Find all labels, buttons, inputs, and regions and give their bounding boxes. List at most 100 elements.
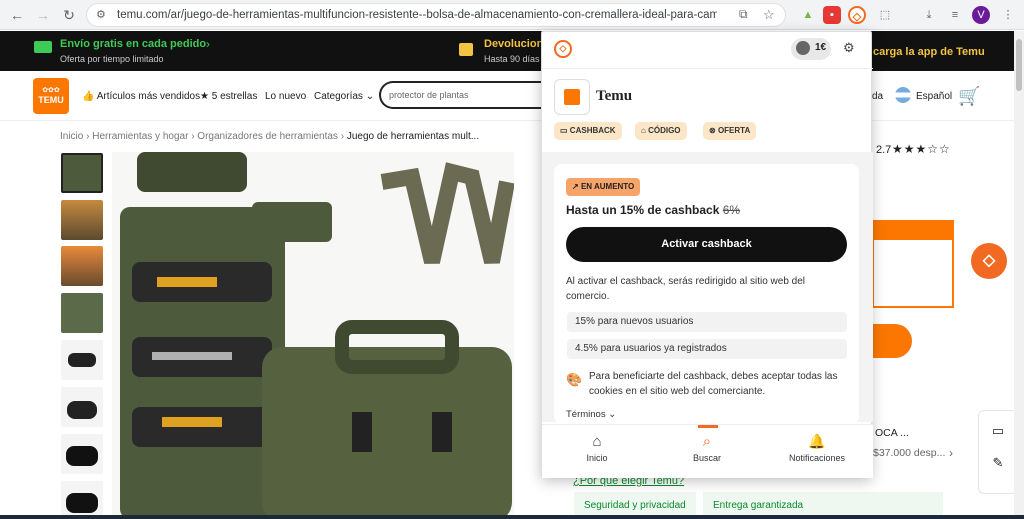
old-rate: 6% [722, 203, 741, 217]
media-icon[interactable]: ≡ [946, 6, 964, 24]
install-icon[interactable]: ⧉ [739, 7, 748, 22]
extension-red-icon[interactable]: ▪ [823, 6, 841, 24]
extension-cashback-icon[interactable]: ◇ [848, 6, 866, 24]
browser-menu-icon[interactable]: ⋮ [999, 6, 1017, 24]
chat-icon[interactable]: ▭ [979, 423, 1017, 439]
search-input[interactable]: protector de plantas [379, 81, 544, 109]
browser-toolbar: ← → ↻ ⚙ temu.com/ar/juego-de-herramienta… [0, 0, 1024, 30]
temu-logo[interactable]: ✿✿✿ TEMU [33, 78, 69, 114]
edit-icon[interactable]: ✎ [979, 455, 1017, 471]
bookmark-star-icon[interactable]: ☆ [763, 7, 775, 23]
returns-sub: Hasta 90 días [484, 54, 540, 64]
scrollbar-thumb[interactable] [1016, 39, 1022, 91]
nav-home[interactable]: ⌂ Inicio [572, 433, 622, 463]
app-download-text[interactable]: carga la app de Temu [873, 46, 985, 58]
cookie-icon: 🎨 [566, 372, 583, 387]
product-thumbnail[interactable] [61, 340, 103, 380]
breadcrumb-cat2[interactable]: Organizadores de herramientas [197, 131, 338, 142]
side-tools: ▭ ✎ [978, 410, 1018, 494]
search-placeholder: protector de plantas [389, 90, 469, 100]
breadcrumb: Inicio › Herramientas y hogar › Organiza… [60, 131, 479, 142]
product-thumbnail[interactable] [61, 387, 103, 427]
activate-cashback-button[interactable]: Activar cashback [566, 227, 847, 262]
profile-avatar[interactable]: V [972, 6, 990, 24]
nav-search[interactable]: ⌕ Buscar [682, 433, 732, 463]
returns-title[interactable]: Devolucion [484, 38, 543, 50]
home-icon: ⌂ [592, 433, 602, 450]
chevron-down-icon: ⌄ [608, 409, 617, 420]
account-balance[interactable]: 1€ [791, 38, 831, 60]
nav-categories[interactable]: Categorías ⌄ [314, 91, 374, 102]
free-shipping-title[interactable]: Envío gratis en cada pedido [60, 38, 206, 50]
tool-bag-illustration [120, 152, 514, 519]
terms-toggle[interactable]: Términos ⌄ [566, 409, 616, 420]
trending-badge: ↗ EN AUMENTO [566, 178, 641, 196]
seller-name[interactable]: OCA ... [875, 427, 909, 439]
free-shipping-sub: Oferta por tiempo limitado [60, 54, 164, 64]
sales-info: $37.000 desp... [873, 447, 946, 459]
truck-icon [34, 41, 52, 53]
redirect-info: Al activar el cashback, serás redirigido… [566, 276, 805, 302]
cashback-extension-popup: ◇ 1€ ⚙ Temu ▭ CASHBACK ⌂ CÓDIGO ⊗ OFERTA… [541, 31, 873, 478]
product-main-image[interactable] [112, 152, 514, 519]
search-icon: ⌕ [702, 433, 712, 450]
extension-leaf-icon[interactable]: ▲ [799, 6, 817, 24]
nav-new[interactable]: Lo nuevo [265, 91, 306, 102]
cashback-float-icon[interactable]: ◇ [971, 243, 1007, 279]
tag-offer[interactable]: ⊗ OFERTA [703, 122, 757, 140]
add-to-cart-button[interactable] [872, 324, 912, 358]
forward-icon[interactable]: → [34, 6, 52, 24]
product-thumbnail[interactable] [61, 200, 103, 240]
extension-logo: ◇ [554, 40, 572, 58]
cashback-headline: Hasta un 15% de cashback 6% [566, 203, 741, 217]
product-thumbnail[interactable] [61, 246, 103, 286]
url-text: temu.com/ar/juego-de-herramientas-multif… [117, 9, 717, 21]
breadcrumb-home[interactable]: Inicio [60, 131, 83, 142]
bell-icon: 🔔 [808, 433, 826, 449]
rate-new-users: 15% para nuevos usuarios [567, 312, 847, 332]
cart-icon[interactable]: 🛒 [958, 86, 980, 107]
divider [542, 68, 873, 69]
product-thumbnail[interactable] [61, 153, 103, 193]
back-icon[interactable]: ← [8, 6, 26, 24]
product-thumbnail[interactable] [61, 293, 103, 333]
popup-bottom-nav: ⌂ Inicio ⌕ Buscar 🔔 Notificaciones [542, 424, 873, 478]
nav-best-sellers[interactable]: 👍 Artículos más vendidos [82, 91, 200, 102]
download-icon[interactable]: ⤓ [920, 6, 938, 24]
coupon-box [872, 240, 954, 308]
tag-cashback[interactable]: ▭ CASHBACK [554, 122, 622, 140]
site-info-icon[interactable]: ⚙ [96, 8, 106, 21]
product-thumbnail[interactable] [61, 434, 103, 474]
taskbar-edge [0, 515, 1024, 519]
nav-five-stars[interactable]: ★ 5 estrellas [200, 91, 257, 102]
nav-notifications[interactable]: 🔔 Notificaciones [782, 433, 852, 463]
active-indicator [698, 425, 718, 428]
store-name: Temu [596, 88, 633, 104]
extensions-puzzle-icon[interactable]: ⬚ [876, 6, 894, 24]
balance-text: 1€ [815, 42, 827, 53]
store-logo [554, 79, 590, 115]
breadcrumb-cat1[interactable]: Herramientas y hogar [92, 131, 188, 142]
box-icon [459, 43, 473, 56]
argentina-flag-icon[interactable] [895, 87, 911, 103]
tag-icon: ⌂ [641, 126, 646, 135]
language-selector[interactable]: Español [916, 91, 952, 102]
tag-code[interactable]: ⌂ CÓDIGO [635, 122, 687, 140]
address-bar[interactable]: ⚙ temu.com/ar/juego-de-herramientas-mult… [86, 3, 786, 27]
trend-up-icon: ↗ [572, 182, 579, 191]
rating-value: 2.7 [876, 144, 892, 156]
reload-icon[interactable]: ↻ [60, 6, 78, 24]
page-scrollbar[interactable] [1014, 31, 1024, 519]
product-thumbnail[interactable] [61, 481, 103, 519]
nav-help[interactable]: da [872, 91, 883, 102]
thumbs-up-icon: 👍 [82, 91, 95, 102]
star-badge-icon: ★ [200, 91, 209, 102]
chevron-right-icon[interactable]: › [949, 446, 953, 460]
settings-gear-icon[interactable]: ⚙ [843, 40, 855, 56]
user-icon [796, 41, 810, 55]
chevron-right-icon: › [206, 37, 210, 51]
cookie-note: Para beneficiarte del cashback, debes ac… [589, 371, 838, 397]
rating-stars: ★★★☆☆ [892, 142, 951, 156]
breadcrumb-current: Juego de herramientas mult... [346, 131, 480, 142]
price-banner [872, 220, 954, 240]
